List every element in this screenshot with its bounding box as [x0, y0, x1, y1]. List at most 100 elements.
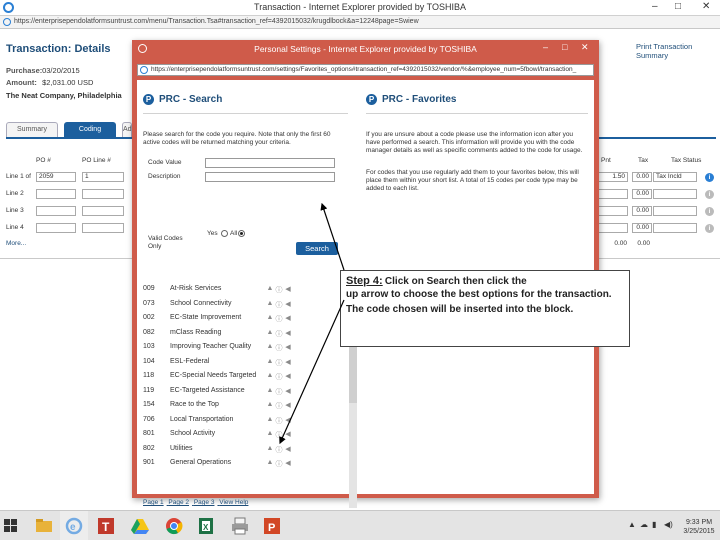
- down-arrow-icon[interactable]: ◀: [284, 358, 292, 366]
- file-explorer-icon[interactable]: [34, 516, 54, 536]
- tab-coding[interactable]: Coding: [64, 122, 116, 137]
- info-icon[interactable]: i: [705, 190, 714, 199]
- po-line-field[interactable]: [82, 206, 124, 216]
- print-summary-link[interactable]: Print Transaction Summary: [636, 42, 720, 60]
- up-arrow-icon[interactable]: ▲: [266, 358, 274, 365]
- yes-radio[interactable]: [221, 230, 228, 237]
- close-button[interactable]: ✕: [702, 1, 710, 12]
- popup-address-bar[interactable]: https://enterprisependolatformsuntrust.c…: [137, 64, 594, 76]
- all-radio[interactable]: [238, 230, 245, 237]
- down-arrow-icon[interactable]: ◀: [284, 430, 292, 438]
- po-field[interactable]: 2059: [36, 172, 76, 182]
- up-arrow-icon[interactable]: ▲: [266, 300, 274, 307]
- po-field[interactable]: [36, 206, 76, 216]
- minimize-button[interactable]: –: [652, 1, 658, 12]
- down-arrow-icon[interactable]: ◀: [284, 314, 292, 322]
- info-icon[interactable]: ⓘ: [275, 445, 283, 455]
- amount-field[interactable]: 1.50: [598, 172, 628, 182]
- clock[interactable]: 9:33 PM 3/25/2015: [682, 518, 716, 536]
- onedrive-icon[interactable]: ☁: [640, 520, 648, 529]
- info-icon[interactable]: ⓘ: [275, 329, 283, 339]
- info-icon[interactable]: ⓘ: [275, 401, 283, 411]
- info-icon[interactable]: ⓘ: [275, 372, 283, 382]
- tax-field[interactable]: 0.00: [632, 223, 652, 233]
- powerpoint-icon[interactable]: P: [262, 516, 282, 536]
- popup-close-button[interactable]: ✕: [581, 42, 589, 53]
- up-arrow-icon[interactable]: ▲: [266, 372, 274, 379]
- tax-field[interactable]: 0.00: [632, 189, 652, 199]
- info-icon[interactable]: ⓘ: [275, 285, 283, 295]
- info-icon[interactable]: ⓘ: [275, 300, 283, 310]
- maximize-button[interactable]: □: [675, 1, 681, 12]
- excel-icon[interactable]: X: [196, 516, 216, 536]
- info-icon[interactable]: ⓘ: [275, 343, 283, 353]
- down-arrow-icon[interactable]: ◀: [284, 329, 292, 337]
- info-icon[interactable]: ⓘ: [275, 314, 283, 324]
- page-3-link[interactable]: Page 3: [194, 499, 215, 506]
- tab-summary[interactable]: Summary: [6, 122, 58, 137]
- up-arrow-icon[interactable]: ▲: [266, 329, 274, 336]
- tax-field[interactable]: 0.00: [632, 172, 652, 182]
- popup-url[interactable]: https://enterprisependolatformsuntrust.c…: [151, 66, 586, 73]
- tax-status-select[interactable]: [653, 223, 697, 233]
- printer-icon[interactable]: [230, 516, 250, 536]
- tax-status-select[interactable]: [653, 206, 697, 216]
- info-icon[interactable]: ⓘ: [275, 459, 283, 469]
- view-help-link[interactable]: View Help: [219, 499, 248, 506]
- po-field[interactable]: [36, 223, 76, 233]
- info-icon[interactable]: ⓘ: [275, 430, 283, 440]
- info-icon[interactable]: i: [705, 207, 714, 216]
- tab-additional[interactable]: Ad: [122, 122, 132, 137]
- search-button[interactable]: Search: [296, 242, 338, 255]
- page-2-link[interactable]: Page 2: [168, 499, 189, 506]
- po-line-field[interactable]: [82, 189, 124, 199]
- code-value-input[interactable]: [205, 158, 335, 168]
- up-arrow-icon[interactable]: ▲: [266, 343, 274, 350]
- down-arrow-icon[interactable]: ◀: [284, 285, 292, 293]
- up-arrow-icon[interactable]: ▲: [266, 314, 274, 321]
- description-input[interactable]: [205, 172, 335, 182]
- ie-url[interactable]: https://enterprisependolatformsuntrust.c…: [14, 18, 419, 25]
- popup-minimize-button[interactable]: –: [543, 42, 548, 52]
- tax-status-select[interactable]: Tax Incld: [653, 172, 697, 182]
- up-arrow-icon[interactable]: ▲: [266, 285, 274, 292]
- windows-start-icon[interactable]: [4, 519, 18, 533]
- tax-status-select[interactable]: [653, 189, 697, 199]
- info-icon[interactable]: i: [705, 224, 714, 233]
- ie-address-bar[interactable]: https://enterprisependolatformsuntrust.c…: [0, 16, 720, 29]
- network-icon[interactable]: ▮: [652, 520, 656, 529]
- more-link[interactable]: More...: [6, 240, 26, 247]
- up-arrow-icon[interactable]: ▲: [266, 416, 274, 423]
- tax-field[interactable]: 0.00: [632, 206, 652, 216]
- po-line-field[interactable]: 1: [82, 172, 124, 182]
- info-icon[interactable]: i: [705, 173, 714, 182]
- amount-field[interactable]: [598, 189, 628, 199]
- up-arrow-icon[interactable]: ▲: [266, 387, 274, 394]
- up-arrow-icon[interactable]: ▲: [266, 445, 274, 452]
- popup-maximize-button[interactable]: □: [562, 42, 567, 52]
- down-arrow-icon[interactable]: ◀: [284, 416, 292, 424]
- down-arrow-icon[interactable]: ◀: [284, 445, 292, 453]
- down-arrow-icon[interactable]: ◀: [284, 401, 292, 409]
- google-drive-icon[interactable]: [130, 516, 150, 536]
- info-icon[interactable]: ⓘ: [275, 387, 283, 397]
- po-field[interactable]: [36, 189, 76, 199]
- volume-icon[interactable]: ◀): [664, 520, 673, 529]
- down-arrow-icon[interactable]: ◀: [284, 372, 292, 380]
- amount-field[interactable]: [598, 206, 628, 216]
- toggl-icon[interactable]: T: [96, 516, 116, 536]
- up-arrow-icon[interactable]: ▲: [266, 459, 274, 466]
- po-line-field[interactable]: [82, 223, 124, 233]
- down-arrow-icon[interactable]: ◀: [284, 387, 292, 395]
- show-hidden-icons-icon[interactable]: ▲: [628, 520, 636, 529]
- down-arrow-icon[interactable]: ◀: [284, 300, 292, 308]
- up-arrow-icon[interactable]: ▲: [266, 401, 274, 408]
- info-icon[interactable]: ⓘ: [275, 416, 283, 426]
- internet-explorer-icon[interactable]: e: [60, 511, 88, 540]
- down-arrow-icon[interactable]: ◀: [284, 459, 292, 467]
- amount-field[interactable]: [598, 223, 628, 233]
- chrome-icon[interactable]: [164, 516, 184, 536]
- down-arrow-icon[interactable]: ◀: [284, 343, 292, 351]
- page-1-link[interactable]: Page 1: [143, 499, 164, 506]
- up-arrow-icon[interactable]: ▲: [266, 430, 274, 437]
